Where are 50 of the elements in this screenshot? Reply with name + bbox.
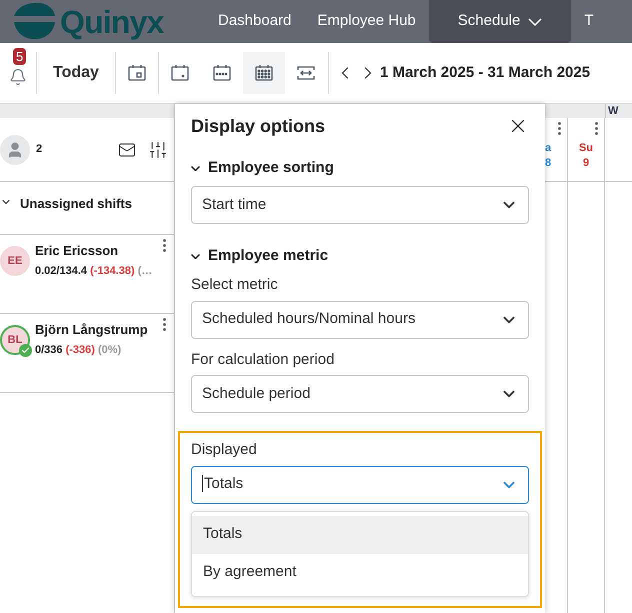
bell-icon[interactable] [9,68,27,86]
day-number: 9 [582,156,590,170]
mail-icon[interactable] [118,140,136,158]
field-label: Displayed [191,440,258,460]
view-button[interactable] [242,52,285,94]
calendar-view-icon [170,64,190,82]
chevron-down-icon [191,166,200,170]
employee-hours: 0/336 (-336) (0%) [35,342,122,358]
employee-name: Eric Ericsson [35,242,120,260]
calendar-view-icon [254,64,274,82]
group-title: Unassigned shifts [20,195,132,213]
select-field[interactable]: Scheduled hours/Nominal hours [191,300,529,338]
logo-text: Quinyx [60,6,164,38]
select-field[interactable]: Start time [191,186,529,224]
section-toggle[interactable]: Employee metric [191,238,529,274]
more-icon[interactable] [163,318,166,331]
filter-settings-icon[interactable] [148,140,168,160]
date-range: 1 March 2025 - 31 March 2025 [380,62,590,83]
week-label: W [605,104,632,118]
notification-badge: 5 [13,48,26,65]
day-name: Su [578,141,594,156]
more-icon[interactable] [595,122,598,135]
nav-tab[interactable]: Dashboard [205,0,304,43]
person-icon [6,140,24,158]
field-label: Select metric [191,275,279,295]
today-button[interactable]: Today [37,61,115,85]
more-icon[interactable] [558,122,561,135]
period-view-icon [296,64,316,82]
dropdown-option[interactable]: Totals [192,516,528,554]
calendar-view-icon [212,64,232,82]
section-toggle[interactable]: Employee sorting [191,150,529,186]
dropdown-option[interactable]: By agreement [192,554,528,592]
nav-tab[interactable]: Employee Hub [304,0,429,43]
day-number: 8 [545,156,552,170]
select-field[interactable]: Totals [191,466,529,504]
employee-avatar: BL [0,325,30,355]
select-field[interactable]: Schedule period [191,375,529,413]
nav-tab[interactable]: T [571,0,607,43]
more-icon[interactable] [163,239,166,252]
check-icon [19,344,32,357]
nav-tab[interactable]: Schedule [428,0,572,43]
field-label: For calculation period [191,350,336,370]
calendar-view-icon [126,64,147,82]
chevron-down-icon [191,254,200,258]
employee-name: Björn Långstrump [35,321,148,339]
employee-hours: 0.02/134.4 (-134.38) (… [35,264,152,278]
day-name: a [545,141,552,156]
dialog-title: Display options [191,114,326,138]
employee-avatar: EE [0,246,30,276]
employee-count: 2 [36,142,42,158]
